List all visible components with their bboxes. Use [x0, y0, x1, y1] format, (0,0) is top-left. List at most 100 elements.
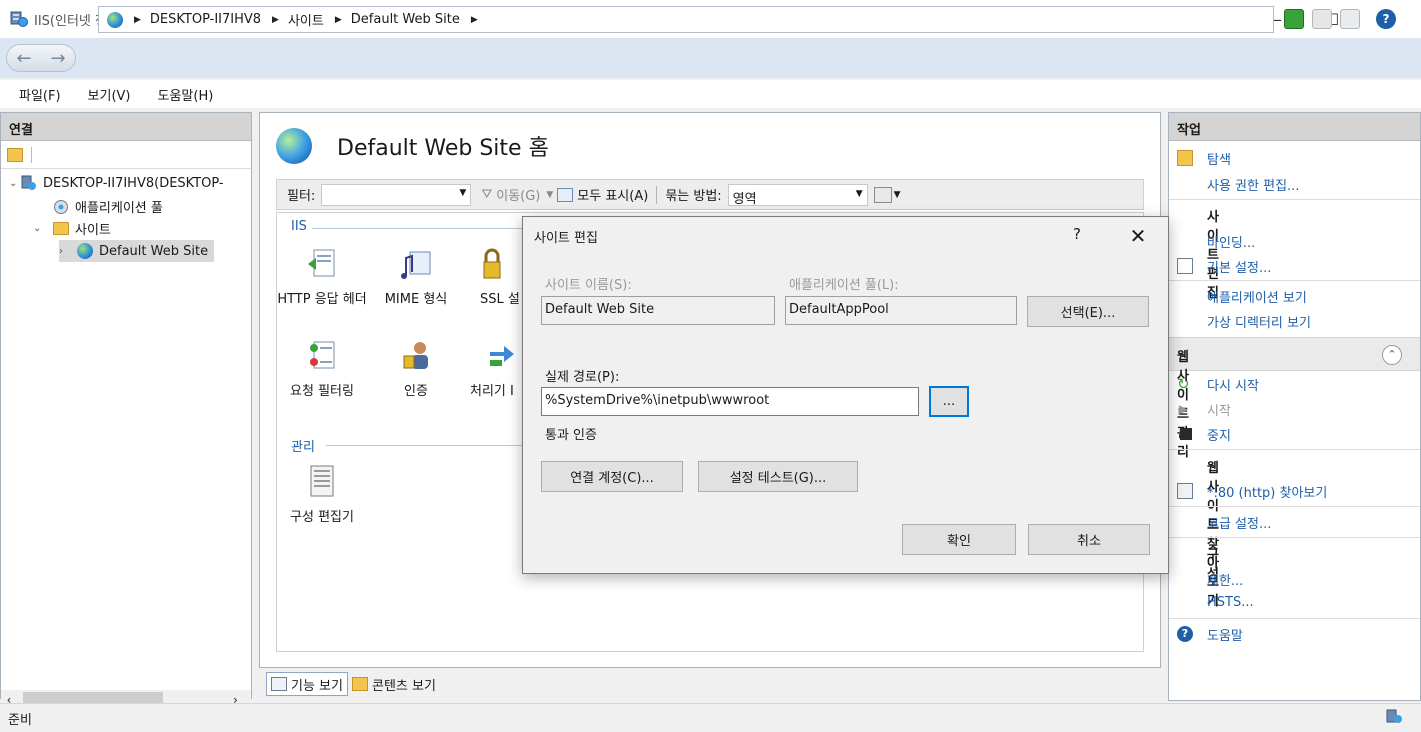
dropdown-arrow-icon[interactable]: ▼ [894, 190, 901, 200]
dialog-close-button[interactable]: ✕ [1123, 221, 1153, 251]
show-all-button[interactable]: 모두 표시(A) [577, 185, 648, 204]
new-connection-icon[interactable] [7, 147, 23, 162]
refresh-icon[interactable] [1284, 9, 1304, 29]
feature-label: MIME 형식 [384, 292, 448, 307]
collapse-section-icon[interactable]: ⌃ [1382, 345, 1402, 365]
connect-as-button[interactable]: 연결 계정(C)... [541, 461, 683, 492]
tree-server[interactable]: ⌄ DESKTOP-II7IHV8(DESKTOP- [9, 175, 224, 191]
action-restart[interactable]: 다시 시작 [1207, 375, 1259, 394]
request-filtering-icon [304, 338, 340, 374]
connections-panel: 연결 ⌄ DESKTOP-II7IHV8(DESKTOP- 애플리케이션 풀 ⌄… [0, 112, 252, 710]
feature-label: SSL 설 [480, 292, 520, 307]
folder-icon [53, 222, 69, 235]
status-bar: 준비 [0, 703, 1421, 732]
feature-label: HTTP 응답 헤더 [277, 292, 367, 307]
breadcrumb-server[interactable]: DESKTOP-II7IHV8 [150, 12, 261, 27]
dropdown-arrow-icon[interactable]: ▼ [459, 188, 466, 198]
breadcrumb-sites[interactable]: 사이트 [288, 10, 324, 29]
filter-label: 필터: [287, 189, 316, 204]
filter-toolbar: 필터: ▼ ⛛ 이동(G) ▼ 모두 표시(A) 묶는 방법: 영역 ▼ ▼ [276, 179, 1144, 210]
feature-label: 구성 편집기 [290, 510, 354, 525]
actions-header: 작업 [1169, 113, 1420, 141]
collapse-icon[interactable]: ⌄ [9, 178, 21, 189]
stop-icon[interactable] [1312, 9, 1332, 29]
action-advanced-settings[interactable]: 고급 설정... [1207, 513, 1271, 532]
select-app-pool-button[interactable]: 선택(E)... [1027, 296, 1149, 327]
app-pool-label: 애플리케이션 풀(L): [789, 278, 899, 293]
section-divider [1169, 449, 1420, 450]
breadcrumb-default-site[interactable]: Default Web Site [351, 12, 460, 27]
action-stop[interactable]: 중지 [1207, 425, 1231, 444]
chevron-right-icon[interactable]: ▶ [134, 15, 141, 25]
browse-path-button[interactable]: ... [929, 386, 969, 417]
action-start[interactable]: 시작 [1207, 400, 1231, 419]
menu-view[interactable]: 보기(V) [88, 85, 131, 104]
filter-input[interactable]: ▼ [321, 183, 472, 206]
feature-ssl[interactable]: SSL 설 [460, 246, 522, 307]
group-by-select[interactable]: 영역 ▼ [727, 183, 868, 207]
chevron-right-icon[interactable]: ▶ [272, 15, 279, 25]
tree-sites[interactable]: ⌄ 사이트 [33, 219, 111, 238]
dialog-help-button[interactable]: ? [1073, 225, 1081, 243]
view-mode-icon[interactable] [873, 186, 892, 203]
stop-square-icon [1180, 428, 1192, 440]
chevron-right-icon[interactable]: ▶ [335, 15, 342, 25]
tab-features-view[interactable]: 기능 보기 [266, 672, 348, 696]
feature-http-headers[interactable]: HTTP 응답 헤더 [277, 246, 367, 307]
tree-default-site[interactable]: › Default Web Site [59, 240, 215, 262]
action-browse-80[interactable]: *:80 (http) 찾아보기 [1207, 482, 1327, 501]
feature-mime-types[interactable]: MIME 형식 [371, 246, 461, 307]
action-explore[interactable]: 탐색 [1207, 149, 1231, 168]
section-divider [1169, 199, 1420, 200]
help-icon[interactable]: ? [1376, 9, 1396, 29]
action-help[interactable]: 도움말 [1207, 625, 1243, 644]
tab-content-view[interactable]: 콘텐츠 보기 [348, 672, 440, 696]
expand-icon[interactable]: › [59, 246, 71, 257]
help-icon: ? [1177, 626, 1193, 642]
explore-icon [1177, 150, 1193, 166]
action-hsts[interactable]: HSTS... [1207, 595, 1254, 610]
feature-request-filtering[interactable]: 요청 필터링 [277, 338, 367, 399]
chevron-right-icon[interactable]: ▶ [471, 15, 478, 25]
dropdown-arrow-icon[interactable]: ▼ [856, 189, 863, 199]
menu-bar: 파일(F) 보기(V) 도움말(H) [0, 80, 1421, 108]
action-view-applications[interactable]: 애플리케이션 보기 [1207, 287, 1307, 306]
features-view-icon [271, 677, 287, 691]
feature-config-editor[interactable]: 구성 편집기 [277, 464, 367, 525]
action-edit-permissions[interactable]: 사용 권한 편집... [1207, 175, 1299, 194]
address-breadcrumb[interactable]: ▶ DESKTOP-II7IHV8 ▶ 사이트 ▶ Default Web Si… [98, 6, 1274, 33]
test-settings-button[interactable]: 설정 테스트(G)... [698, 461, 858, 492]
site-name-field[interactable]: Default Web Site [541, 296, 775, 325]
app-pool-field[interactable]: DefaultAppPool [785, 296, 1017, 325]
action-view-virtual-directories[interactable]: 가상 디렉터리 보기 [1207, 312, 1311, 331]
feature-label: 요청 필터링 [290, 384, 354, 399]
physical-path-input[interactable]: %SystemDrive%\inetpub\wwwroot [541, 387, 919, 416]
section-divider [1169, 537, 1420, 538]
go-button[interactable]: 이동(G) [496, 185, 540, 204]
app-pool-icon [53, 199, 69, 215]
dropdown-arrow-icon[interactable]: ▼ [546, 190, 553, 200]
cancel-button[interactable]: 취소 [1028, 524, 1150, 555]
ok-button[interactable]: 확인 [902, 524, 1016, 555]
feature-handler-mappings[interactable]: 처리기 I [460, 338, 522, 399]
back-arrow-icon[interactable]: ← [7, 45, 41, 71]
actions-panel: 작업 [1168, 112, 1421, 701]
action-basic-settings[interactable]: 기본 설정... [1207, 257, 1271, 276]
section-divider [1169, 618, 1420, 619]
page-title: Default Web Site 홈 [337, 136, 549, 161]
forward-arrow-icon[interactable]: → [41, 45, 75, 71]
feature-authentication[interactable]: 인증 [371, 338, 461, 399]
nav-buttons: ← → [6, 44, 76, 72]
tree-app-pools[interactable]: 애플리케이션 풀 [53, 197, 163, 216]
action-bindings[interactable]: 바인딩... [1207, 232, 1255, 251]
home-icon[interactable] [1340, 9, 1360, 29]
site-name-label: 사이트 이름(S): [545, 278, 632, 293]
http-headers-icon [304, 246, 340, 282]
toolbar-divider [656, 185, 658, 204]
group-by-label: 묶는 방법: [665, 189, 722, 204]
feature-label: 인증 [404, 384, 428, 399]
collapse-icon[interactable]: ⌄ [33, 223, 45, 234]
menu-help[interactable]: 도움말(H) [158, 85, 214, 104]
action-limits[interactable]: 제한... [1207, 570, 1243, 589]
menu-file[interactable]: 파일(F) [19, 85, 61, 104]
